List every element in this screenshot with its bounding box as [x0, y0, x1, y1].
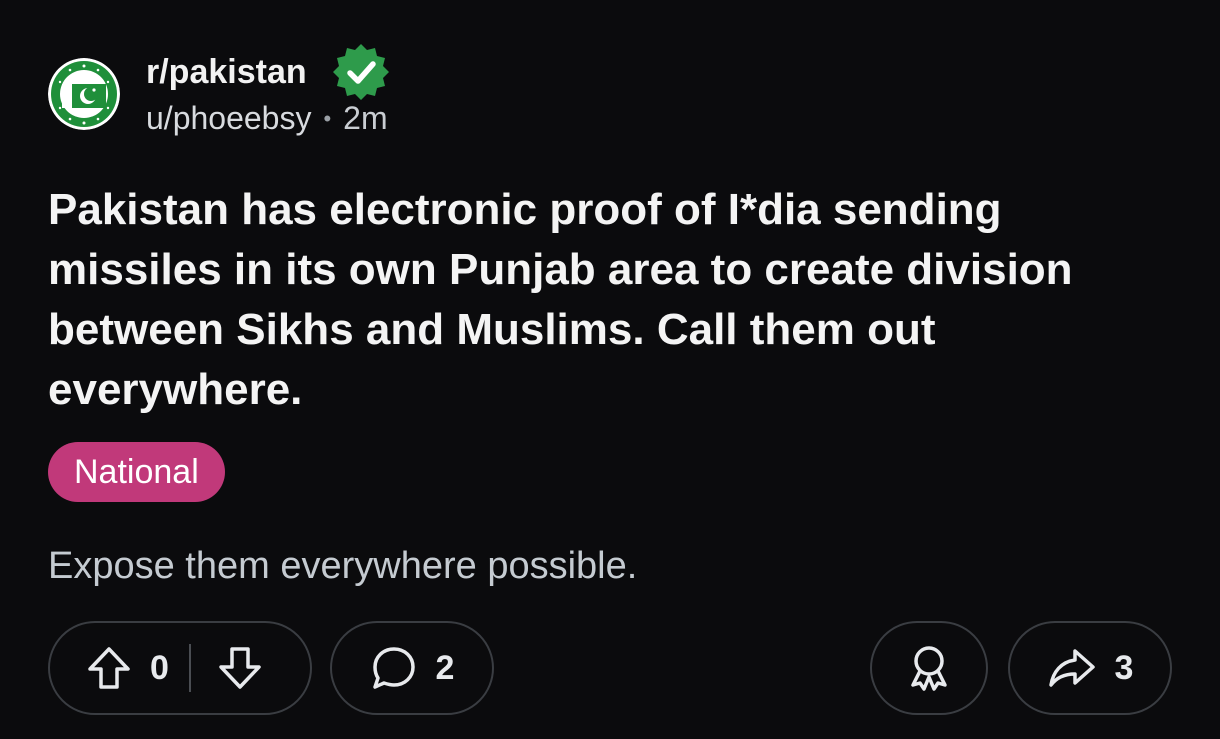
- post-body[interactable]: Expose them everywhere possible.: [48, 545, 637, 588]
- post-title[interactable]: Pakistan has electronic proof of I*dia s…: [48, 180, 1168, 420]
- subreddit-avatar[interactable]: [48, 58, 120, 130]
- subreddit-row: r/pakistan: [146, 40, 393, 104]
- share-button[interactable]: 3: [1008, 621, 1172, 715]
- award-ribbon-icon: [911, 646, 947, 691]
- share-arrow-icon: [1048, 649, 1095, 687]
- vote-count: 0: [150, 648, 169, 687]
- vote-bar: 0: [48, 621, 312, 715]
- separator-dot: •: [323, 105, 332, 131]
- post-flair[interactable]: National: [48, 442, 225, 502]
- verified-badge-icon: [332, 44, 389, 100]
- post-time: 2m: [343, 100, 388, 136]
- author-row: u/phoeebsy • 2m: [146, 100, 393, 137]
- vote-divider: [188, 644, 191, 692]
- post-header: r/pakistan u/phoeebsy • 2m: [48, 40, 748, 150]
- comment-count: 2: [435, 648, 455, 687]
- post-meta: r/pakistan u/phoeebsy • 2m: [146, 40, 393, 137]
- subreddit-name[interactable]: r/pakistan: [146, 53, 307, 92]
- share-count: 3: [1114, 648, 1134, 687]
- comment-button[interactable]: 2: [330, 621, 494, 715]
- author-name[interactable]: u/phoeebsy: [146, 100, 311, 137]
- award-button[interactable]: [870, 621, 988, 715]
- downvote-arrow-icon[interactable]: [217, 645, 263, 691]
- comment-bubble-icon: [372, 647, 415, 689]
- upvote-arrow-icon[interactable]: [86, 645, 132, 691]
